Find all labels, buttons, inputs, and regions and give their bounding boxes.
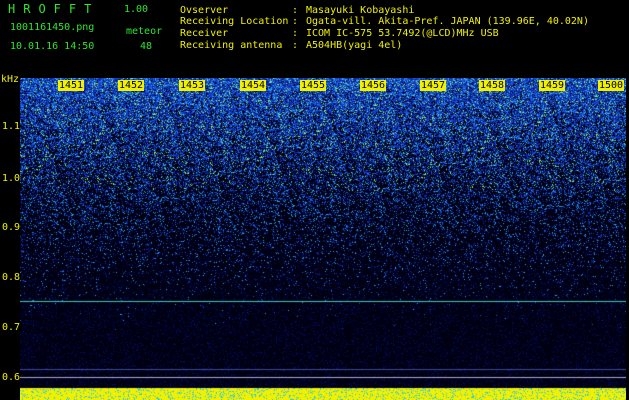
receiver-value: ICOM IC-575 53.7492(@LCD)MHz USB bbox=[306, 28, 499, 39]
app-version: 1.00 bbox=[124, 4, 149, 15]
meteor-count-label: meteor bbox=[126, 26, 163, 37]
capture-datetime: 10.01.16 14:50 bbox=[10, 41, 95, 52]
location-separator: : bbox=[292, 16, 299, 27]
location-value: Ogata-vill. Akita-Pref. JAPAN (139.96E, … bbox=[306, 16, 589, 27]
spectrogram-waterfall bbox=[20, 78, 626, 400]
antenna-value: A504HB(yagi 4el) bbox=[306, 40, 403, 51]
observer-value: Masayuki Kobayashi bbox=[306, 5, 415, 16]
y-tick-label: 0.9 bbox=[2, 222, 21, 233]
x-tick-label: 1455 bbox=[300, 80, 327, 91]
y-tick-label: 0.7 bbox=[2, 322, 21, 333]
app-title: HROFFT bbox=[8, 2, 100, 16]
x-tick-label: 1459 bbox=[539, 80, 566, 91]
x-tick-label: 1451 bbox=[58, 80, 85, 91]
x-tick-label: 1453 bbox=[179, 80, 206, 91]
receiver-label: Receiver bbox=[180, 28, 229, 39]
image-filename: 1001161450.png bbox=[10, 22, 95, 33]
y-tick-label: 1.0 bbox=[2, 173, 21, 184]
x-tick-label: 1500 bbox=[598, 80, 625, 91]
x-tick-label: 1456 bbox=[360, 80, 387, 91]
location-label: Receiving Location bbox=[180, 16, 289, 27]
antenna-separator: : bbox=[292, 40, 299, 51]
x-tick-label: 1454 bbox=[240, 80, 267, 91]
x-tick-label: 1457 bbox=[420, 80, 447, 91]
meteor-count-value: 48 bbox=[140, 41, 153, 52]
y-tick-label: 0.8 bbox=[2, 272, 21, 283]
observer-separator: : bbox=[292, 5, 299, 16]
x-tick-label: 1452 bbox=[118, 80, 145, 91]
observer-label: Ovserver bbox=[180, 5, 229, 16]
receiver-separator: : bbox=[292, 28, 299, 39]
y-tick-label: 1.1 bbox=[2, 121, 21, 132]
y-tick-label: 0.6 bbox=[2, 372, 21, 383]
y-axis-unit: kHz bbox=[1, 74, 20, 85]
antenna-label: Receiving antenna bbox=[180, 40, 283, 51]
x-tick-label: 1458 bbox=[479, 80, 506, 91]
